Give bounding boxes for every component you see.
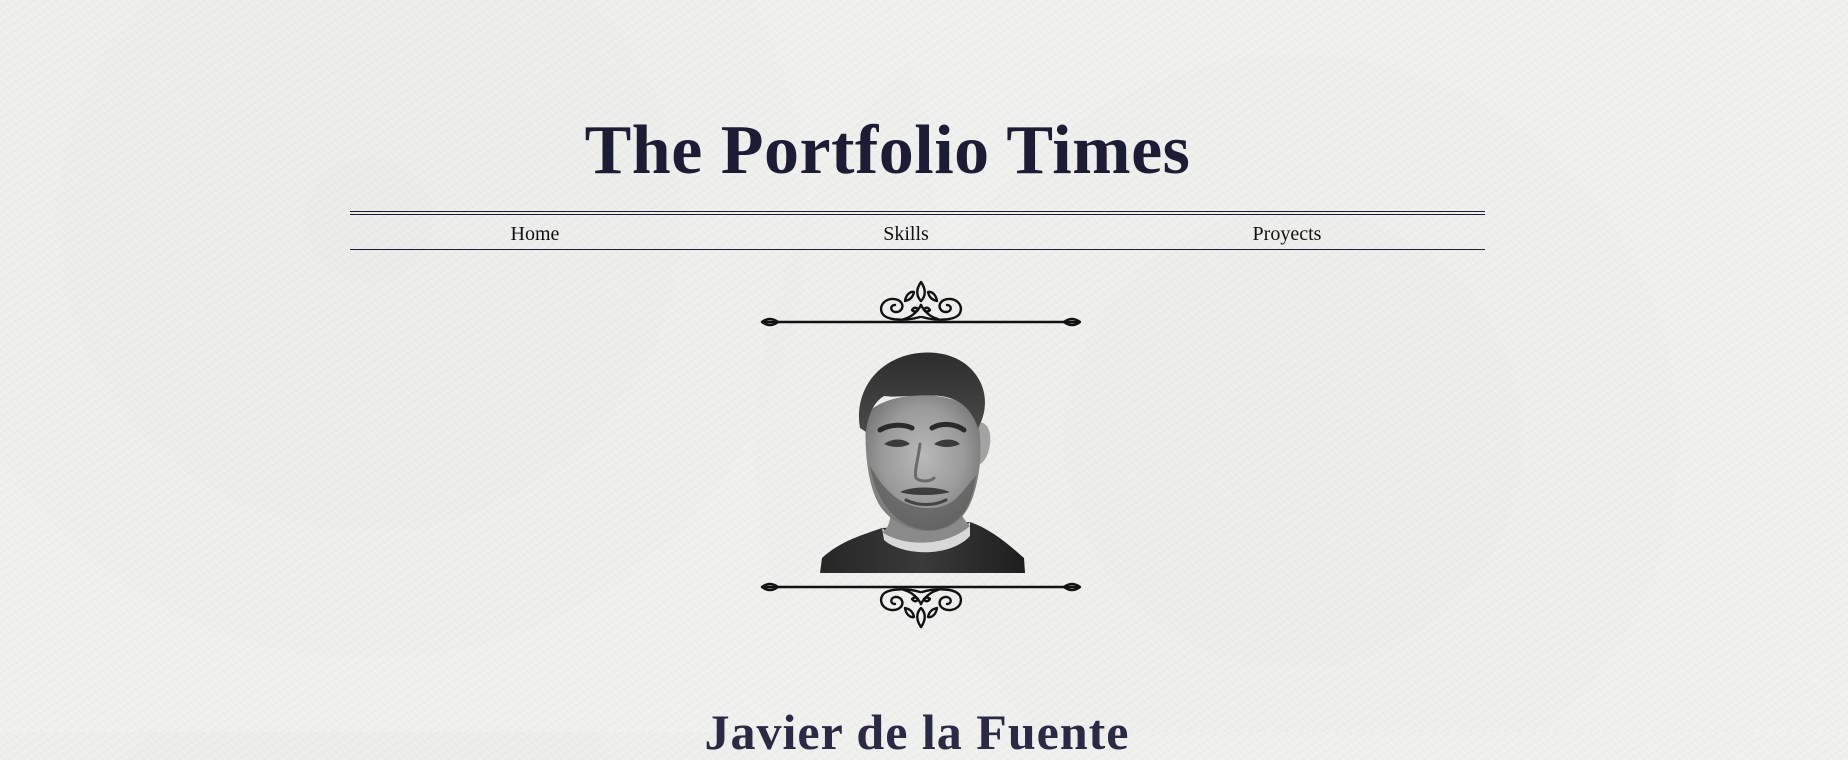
flourish-divider-icon xyxy=(760,280,1082,327)
nav-link-proyects[interactable]: Proyects xyxy=(1253,223,1322,245)
profile-portrait xyxy=(820,352,1025,573)
nav-link-home[interactable]: Home xyxy=(511,223,560,245)
nav-link-skills[interactable]: Skills xyxy=(883,223,929,245)
flourish-divider-icon xyxy=(760,582,1082,629)
main-nav: Home Skills Proyects xyxy=(350,211,1485,250)
site-title: The Portfolio Times xyxy=(584,111,1191,189)
